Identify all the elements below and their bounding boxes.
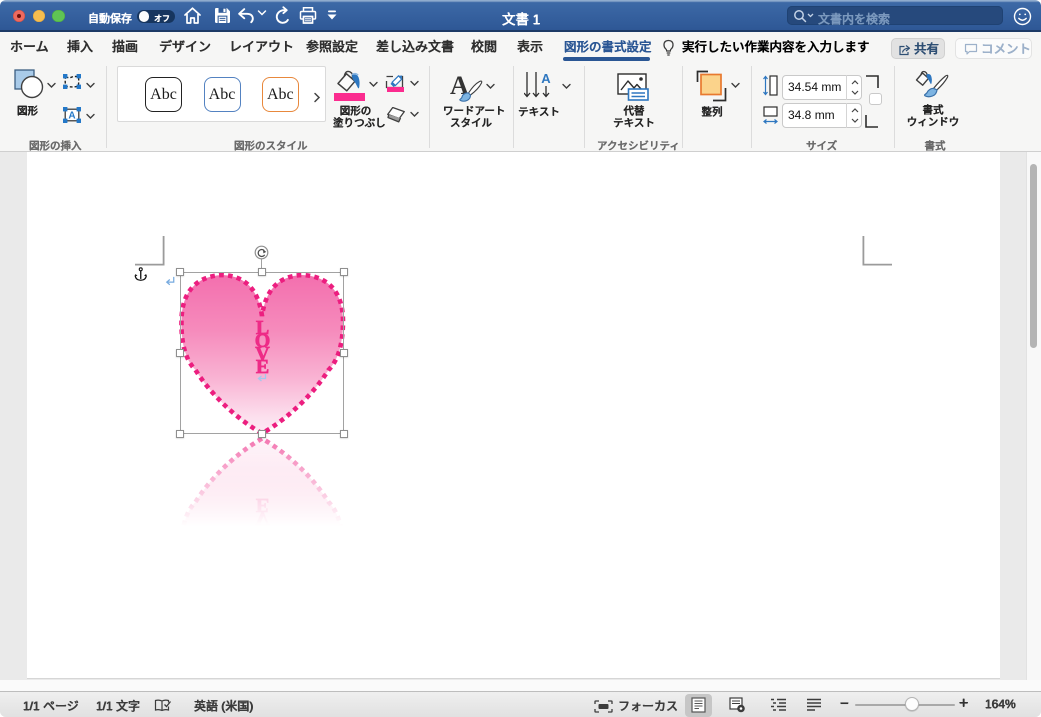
svg-text:A: A bbox=[541, 72, 551, 86]
svg-text:A: A bbox=[68, 111, 75, 122]
